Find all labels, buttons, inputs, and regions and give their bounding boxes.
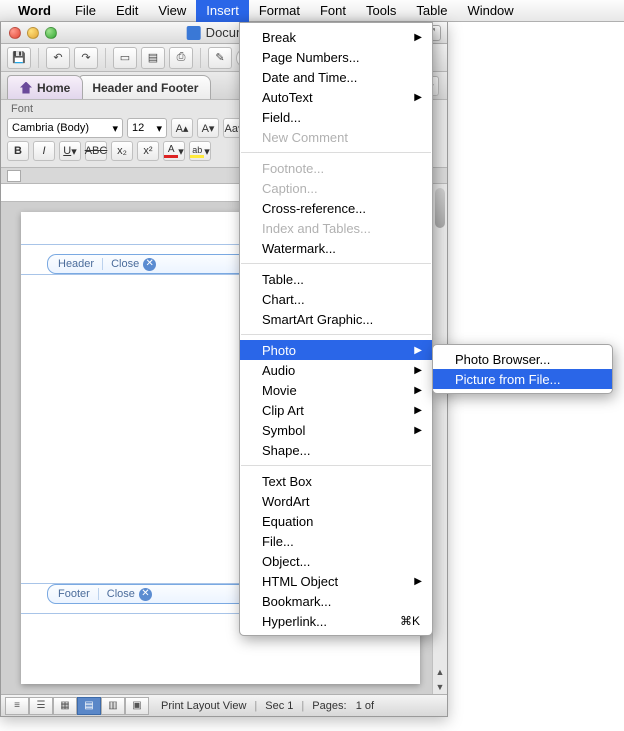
menu-table[interactable]: Table <box>406 0 457 22</box>
sec-value: 1 <box>287 700 293 712</box>
menu-format[interactable]: Format <box>249 0 310 22</box>
superscript-button[interactable]: x² <box>137 141 159 161</box>
header-label: Header <box>48 258 103 270</box>
vertical-scrollbar[interactable]: ▲ ▼ <box>432 184 447 694</box>
close-icon: ✕ <box>143 258 156 271</box>
close-window-button[interactable] <box>9 27 21 39</box>
menu-item-photo[interactable]: Photo▶ <box>240 340 432 360</box>
scroll-down-button[interactable]: ▼ <box>433 679 447 694</box>
menu-font[interactable]: Font <box>310 0 356 22</box>
menu-item-movie[interactable]: Movie▶ <box>240 380 432 400</box>
menu-insert[interactable]: Insert <box>196 0 249 22</box>
menu-item-audio[interactable]: Audio▶ <box>240 360 432 380</box>
menu-item-page-numbers[interactable]: Page Numbers... <box>240 47 432 67</box>
menu-item-cross-reference[interactable]: Cross-reference... <box>240 198 432 218</box>
scroll-up-button[interactable]: ▲ <box>433 664 447 679</box>
subscript-button[interactable]: x₂ <box>111 141 133 161</box>
menu-edit[interactable]: Edit <box>106 0 148 22</box>
save-button[interactable]: 💾 <box>7 47 31 69</box>
menu-item-date-and-time[interactable]: Date and Time... <box>240 67 432 87</box>
menu-window[interactable]: Window <box>457 0 523 22</box>
print-layout-view-button[interactable]: ▤ <box>77 697 101 715</box>
bold-button[interactable]: B <box>7 141 29 161</box>
menu-tools[interactable]: Tools <box>356 0 406 22</box>
footer-label: Footer <box>48 588 99 600</box>
submenu-item-photo-browser[interactable]: Photo Browser... <box>433 349 612 369</box>
menu-item-html-object[interactable]: HTML Object▶ <box>240 571 432 591</box>
menu-item-wordart[interactable]: WordArt <box>240 491 432 511</box>
undo-button[interactable]: ↶ <box>46 47 70 69</box>
tab-home[interactable]: Home <box>7 75 83 99</box>
footer-close-button[interactable]: Close ✕ <box>99 588 160 601</box>
menu-item-text-box[interactable]: Text Box <box>240 471 432 491</box>
palette-toggle[interactable] <box>7 170 21 182</box>
publishing-view-button[interactable]: ▦ <box>53 697 77 715</box>
font-size-select[interactable]: 12▾ <box>127 118 167 138</box>
format-painter-button[interactable]: ✎ <box>208 47 232 69</box>
font-color-button[interactable]: A▾ <box>163 141 185 161</box>
menu-item-bookmark[interactable]: Bookmark... <box>240 591 432 611</box>
highlight-button[interactable]: ab▾ <box>189 141 211 161</box>
close-icon: ✕ <box>139 588 152 601</box>
underline-button[interactable]: U▾ <box>59 141 81 161</box>
outline-view-button[interactable]: ☰ <box>29 697 53 715</box>
menu-item-new-comment: New Comment <box>240 127 432 147</box>
ribbon-group-font: Font <box>7 103 33 115</box>
menu-item-clip-art[interactable]: Clip Art▶ <box>240 400 432 420</box>
menu-item-break[interactable]: Break▶ <box>240 27 432 47</box>
app-name[interactable]: Word <box>18 3 51 18</box>
menu-item-caption: Caption... <box>240 178 432 198</box>
menu-file[interactable]: File <box>65 0 106 22</box>
submenu-item-picture-from-file[interactable]: Picture from File... <box>433 369 612 389</box>
menu-item-file[interactable]: File... <box>240 531 432 551</box>
new-doc-button[interactable]: ▭ <box>113 47 137 69</box>
menu-item-autotext[interactable]: AutoText▶ <box>240 87 432 107</box>
menu-item-table[interactable]: Table... <box>240 269 432 289</box>
font-name-select[interactable]: Cambria (Body)▾ <box>7 118 123 138</box>
minimize-window-button[interactable] <box>27 27 39 39</box>
view-name-label: Print Layout View <box>161 700 246 712</box>
menu-item-watermark[interactable]: Watermark... <box>240 238 432 258</box>
menu-view[interactable]: View <box>148 0 196 22</box>
notebook-view-button[interactable]: ▥ <box>101 697 125 715</box>
menu-item-object[interactable]: Object... <box>240 551 432 571</box>
tab-header-footer[interactable]: Header and Footer <box>79 75 211 99</box>
scrollbar-thumb[interactable] <box>435 188 445 228</box>
sec-label: Sec <box>265 700 284 712</box>
menu-item-index-and-tables: Index and Tables... <box>240 218 432 238</box>
status-bar: ≡ ☰ ▦ ▤ ▥ ▣ Print Layout View | Sec 1 | … <box>1 694 447 716</box>
word-document-icon <box>187 26 201 40</box>
focus-view-button[interactable]: ▣ <box>125 697 149 715</box>
open-button[interactable]: ▤ <box>141 47 165 69</box>
menu-item-hyperlink[interactable]: Hyperlink...⌘K <box>240 611 432 631</box>
menu-item-equation[interactable]: Equation <box>240 511 432 531</box>
italic-button[interactable]: I <box>33 141 55 161</box>
shrink-font-button[interactable]: A▾ <box>197 118 219 138</box>
photo-submenu: Photo Browser...Picture from File... <box>432 344 613 394</box>
insert-menu-dropdown: Break▶Page Numbers...Date and Time...Aut… <box>239 22 433 636</box>
menu-item-shape[interactable]: Shape... <box>240 440 432 460</box>
menu-item-smartart-graphic[interactable]: SmartArt Graphic... <box>240 309 432 329</box>
strikethrough-button[interactable]: ABC <box>85 141 107 161</box>
menu-item-symbol[interactable]: Symbol▶ <box>240 420 432 440</box>
mac-menubar: Word File Edit View Insert Format Font T… <box>0 0 624 22</box>
redo-button[interactable]: ↷ <box>74 47 98 69</box>
header-close-button[interactable]: Close ✕ <box>103 258 164 271</box>
menu-item-footnote: Footnote... <box>240 158 432 178</box>
pages-label: Pages: <box>312 700 346 712</box>
view-switcher: ≡ ☰ ▦ ▤ ▥ ▣ <box>5 697 149 715</box>
grow-font-button[interactable]: A▴ <box>171 118 193 138</box>
pages-value: 1 of <box>356 700 374 712</box>
menu-item-chart[interactable]: Chart... <box>240 289 432 309</box>
menu-item-field[interactable]: Field... <box>240 107 432 127</box>
zoom-window-button[interactable] <box>45 27 57 39</box>
print-button[interactable]: ⎙ <box>169 47 193 69</box>
draft-view-button[interactable]: ≡ <box>5 697 29 715</box>
